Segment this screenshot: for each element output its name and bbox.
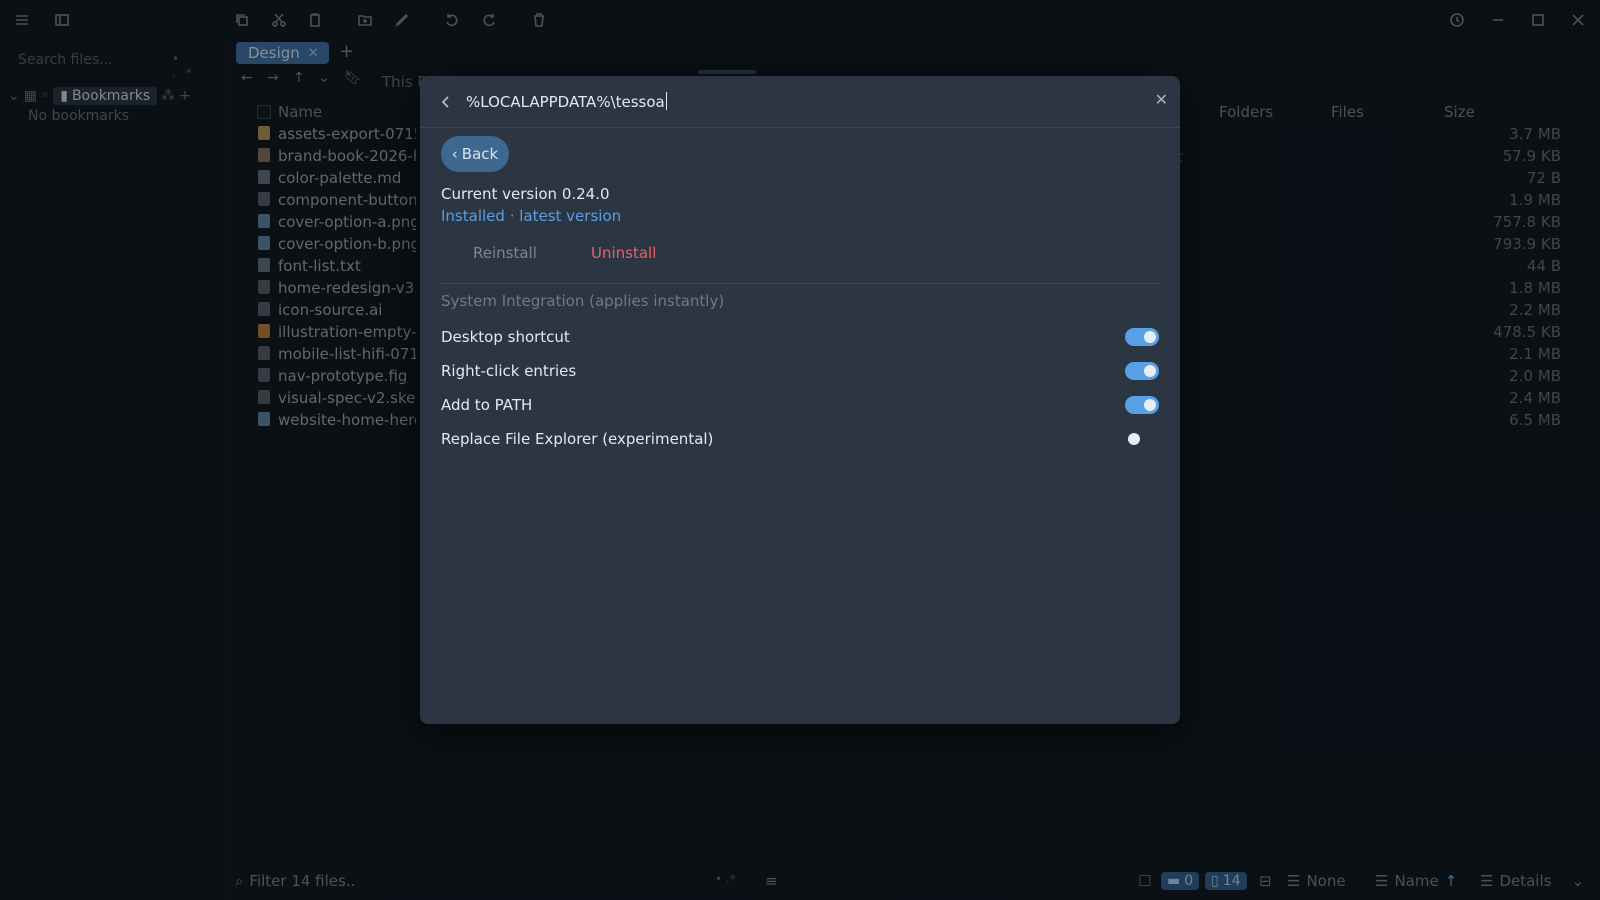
option-row: Right-click entries <box>441 360 1159 384</box>
section-title: System Integration (applies instantly) <box>441 292 725 310</box>
toggle-knob <box>1144 365 1156 377</box>
current-version-text: Current version 0.24.0 <box>441 185 610 203</box>
toggle-knob <box>1144 399 1156 411</box>
latest-version-status: latest version <box>519 207 622 225</box>
status-separator: · <box>509 207 515 225</box>
install-status: Installed · latest version <box>441 207 621 225</box>
dialog-header: %LOCALAPPDATA%\tessoa ✕ <box>420 76 1180 128</box>
back-chevron-icon[interactable] <box>434 90 458 114</box>
back-button[interactable]: ‹ Back <box>441 136 509 172</box>
option-toggle[interactable] <box>1125 328 1159 346</box>
divider <box>441 283 1159 284</box>
path-input[interactable]: %LOCALAPPDATA%\tessoa <box>466 92 667 111</box>
option-row: Add to PATH <box>441 394 1159 418</box>
option-label: Replace File Explorer (experimental) <box>441 430 714 448</box>
back-button-label: Back <box>461 145 499 163</box>
settings-dialog: %LOCALAPPDATA%\tessoa ✕ ‹ Back Current v… <box>420 76 1180 724</box>
path-text: %LOCALAPPDATA%\tessoa <box>466 93 665 111</box>
text-caret <box>665 92 667 110</box>
option-row: Replace File Explorer (experimental) <box>441 428 1159 452</box>
option-label: Add to PATH <box>441 396 533 414</box>
chevron-left-icon: ‹ <box>451 145 458 163</box>
option-row: Desktop shortcut <box>441 326 1159 350</box>
option-toggle[interactable] <box>1125 362 1159 380</box>
option-label: Right-click entries <box>441 362 577 380</box>
option-label: Desktop shortcut <box>441 328 570 346</box>
installed-status: Installed <box>441 207 505 225</box>
option-toggle[interactable] <box>1125 396 1159 414</box>
close-icon[interactable]: ✕ <box>1155 90 1168 109</box>
toggle-knob <box>1144 331 1156 343</box>
toggle-knob <box>1128 433 1140 445</box>
uninstall-button[interactable]: Uninstall <box>591 244 656 262</box>
reinstall-button[interactable]: Reinstall <box>473 244 537 262</box>
option-toggle[interactable] <box>1125 430 1159 448</box>
